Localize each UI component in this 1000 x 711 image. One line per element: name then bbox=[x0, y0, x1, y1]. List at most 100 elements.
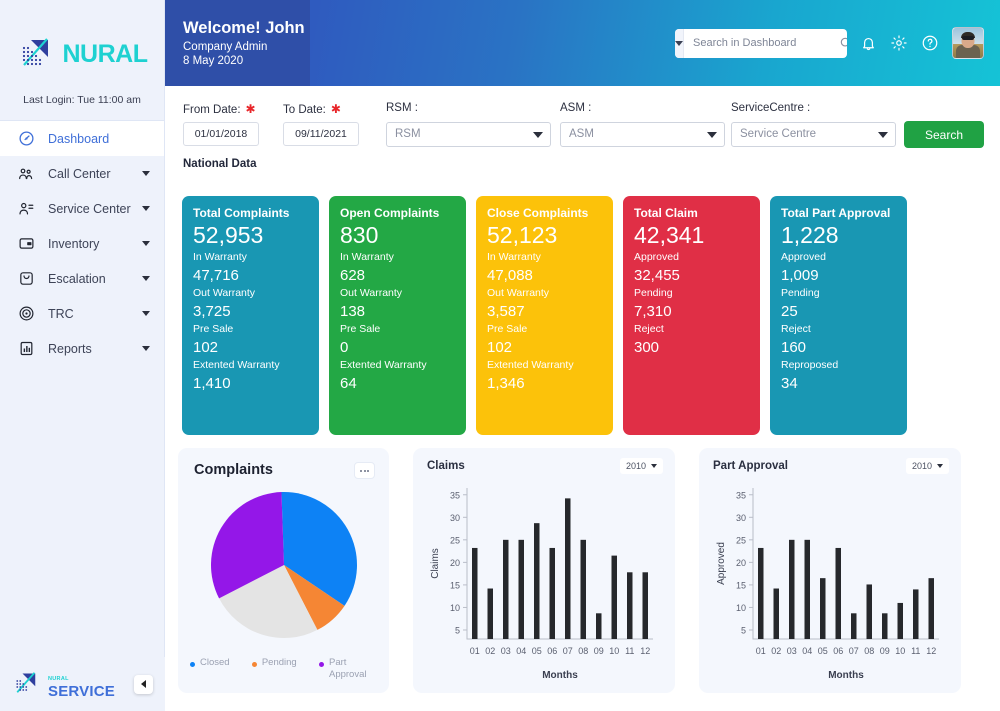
sidebar-item-call-center[interactable]: Call Center bbox=[0, 156, 164, 191]
to-date-input[interactable] bbox=[283, 122, 359, 146]
required-asterisk-icon: ✱ bbox=[246, 102, 256, 116]
card-row-label: Pending bbox=[634, 286, 749, 302]
card-row-value: 1,009 bbox=[781, 266, 896, 286]
card-row-label: Pending bbox=[781, 286, 896, 302]
chart-bar[interactable] bbox=[472, 548, 478, 639]
y-tick-label: 15 bbox=[736, 580, 746, 590]
legend-item-part-approval[interactable]: Part Approval bbox=[319, 657, 377, 681]
claims-year-select[interactable]: 2010 bbox=[620, 458, 663, 474]
x-tick-label: 09 bbox=[880, 646, 890, 656]
chart-bar[interactable] bbox=[596, 613, 602, 639]
target-circle-icon bbox=[16, 304, 36, 324]
collapse-left-icon bbox=[141, 680, 146, 688]
from-date-input[interactable] bbox=[183, 122, 259, 146]
x-tick-label: 04 bbox=[802, 646, 812, 656]
rsm-select-value: RSM bbox=[395, 128, 421, 140]
chart-bar[interactable] bbox=[627, 572, 633, 639]
sidebar-item-trc[interactable]: TRC bbox=[0, 296, 164, 331]
x-tick-label: 12 bbox=[640, 646, 650, 656]
chart-bar[interactable] bbox=[503, 540, 509, 639]
stat-card-total-complaints[interactable]: Total Complaints 52,953 In Warranty 47,7… bbox=[182, 196, 319, 435]
card-row-value: 47,088 bbox=[487, 266, 602, 286]
panel-claims-bar: Claims 2010 5101520253035010203040506070… bbox=[413, 448, 675, 693]
card-row-label: Extented Warranty bbox=[193, 358, 308, 374]
nural-logo-icon bbox=[17, 34, 57, 74]
x-tick-label: 09 bbox=[594, 646, 604, 656]
part-approval-bar-chart: 5101520253035010203040506070809101112Mon… bbox=[713, 478, 947, 683]
panel-part-approval-bar: Part Approval 2010 510152025303501020304… bbox=[699, 448, 961, 693]
x-tick-label: 07 bbox=[563, 646, 573, 656]
user-role: Company Admin bbox=[183, 41, 305, 53]
card-value: 830 bbox=[340, 221, 455, 249]
chart-bar[interactable] bbox=[836, 548, 842, 639]
user-avatar[interactable] bbox=[952, 27, 984, 59]
chart-bar[interactable] bbox=[913, 589, 919, 639]
chart-bar[interactable] bbox=[774, 589, 780, 639]
chart-bar[interactable] bbox=[789, 540, 795, 639]
chart-bar[interactable] bbox=[581, 540, 587, 639]
card-row-value: 102 bbox=[487, 338, 602, 358]
chart-bar[interactable] bbox=[519, 540, 525, 639]
chart-bar[interactable] bbox=[805, 540, 811, 639]
sidebar-logo[interactable]: NURAL Last Login: Tue 11:00 am bbox=[0, 0, 164, 106]
service-centre-select[interactable]: Service Centre bbox=[731, 122, 896, 147]
legend-item-closed[interactable]: Closed bbox=[190, 657, 230, 669]
stat-card-close-complaints[interactable]: Close Complaints 52,123 In Warranty 47,0… bbox=[476, 196, 613, 435]
rsm-select[interactable]: RSM bbox=[386, 122, 551, 147]
x-tick-label: 11 bbox=[911, 646, 920, 656]
chart-bar[interactable] bbox=[867, 584, 873, 639]
gear-settings-icon[interactable] bbox=[890, 34, 908, 52]
part-approval-year-select[interactable]: 2010 bbox=[906, 458, 949, 474]
search-input[interactable] bbox=[684, 37, 835, 49]
search-scope-dropdown[interactable] bbox=[675, 29, 684, 58]
chart-bar[interactable] bbox=[643, 572, 649, 639]
search-icon[interactable] bbox=[835, 36, 847, 50]
card-value: 42,341 bbox=[634, 221, 749, 249]
chart-bar[interactable] bbox=[851, 613, 857, 639]
card-row-value: 628 bbox=[340, 266, 455, 286]
chart-bar[interactable] bbox=[550, 548, 556, 639]
welcome-greeting: Welcome! John bbox=[183, 19, 305, 38]
stat-card-total-part-approval[interactable]: Total Part Approval 1,228 Approved 1,009… bbox=[770, 196, 907, 435]
more-options-icon[interactable] bbox=[354, 462, 375, 479]
search-button[interactable]: Search bbox=[904, 121, 984, 148]
sidebar-item-inventory[interactable]: Inventory bbox=[0, 226, 164, 261]
sidebar-item-service-center[interactable]: Service Center bbox=[0, 191, 164, 226]
stat-card-open-complaints[interactable]: Open Complaints 830 In Warranty 628 Out … bbox=[329, 196, 466, 435]
x-tick-label: 01 bbox=[756, 646, 766, 656]
card-row-value: 1,346 bbox=[487, 374, 602, 394]
card-row-label: Out Warranty bbox=[487, 286, 602, 302]
legend-item-pending[interactable]: Pending bbox=[252, 657, 297, 669]
stat-card-total-claim[interactable]: Total Claim 42,341 Approved 32,455 Pendi… bbox=[623, 196, 760, 435]
chart-bar[interactable] bbox=[929, 578, 935, 639]
asm-select[interactable]: ASM bbox=[560, 122, 725, 147]
chart-bar[interactable] bbox=[612, 556, 618, 639]
card-row-value: 3,725 bbox=[193, 302, 308, 322]
sidebar-item-dashboard[interactable]: Dashboard bbox=[0, 121, 164, 156]
bar-chart-report-icon bbox=[16, 339, 36, 359]
card-value: 52,123 bbox=[487, 221, 602, 249]
chevron-down-icon[interactable] bbox=[142, 206, 150, 211]
card-row-value: 300 bbox=[634, 338, 749, 358]
sidebar-item-label: Dashboard bbox=[48, 132, 150, 146]
sidebar-item-escalation[interactable]: Escalation bbox=[0, 261, 164, 296]
chevron-down-icon[interactable] bbox=[142, 311, 150, 316]
chart-bar[interactable] bbox=[565, 498, 571, 639]
chart-bar[interactable] bbox=[898, 603, 904, 639]
chevron-down-icon[interactable] bbox=[142, 171, 150, 176]
sidebar-item-reports[interactable]: Reports bbox=[0, 331, 164, 366]
bell-notification-icon[interactable] bbox=[860, 35, 877, 52]
header-search bbox=[675, 29, 847, 58]
chart-bar[interactable] bbox=[758, 548, 764, 639]
chevron-down-icon[interactable] bbox=[142, 241, 150, 246]
chevron-down-icon[interactable] bbox=[142, 346, 150, 351]
chevron-down-icon[interactable] bbox=[142, 276, 150, 281]
y-tick-label: 30 bbox=[450, 513, 460, 523]
chart-bar[interactable] bbox=[534, 523, 540, 639]
chart-bar[interactable] bbox=[820, 578, 826, 639]
x-tick-label: 06 bbox=[547, 646, 557, 656]
sidebar-collapse-button[interactable] bbox=[134, 675, 153, 694]
chart-bar[interactable] bbox=[882, 613, 888, 639]
chart-bar[interactable] bbox=[488, 589, 494, 639]
help-question-icon[interactable] bbox=[921, 34, 939, 52]
